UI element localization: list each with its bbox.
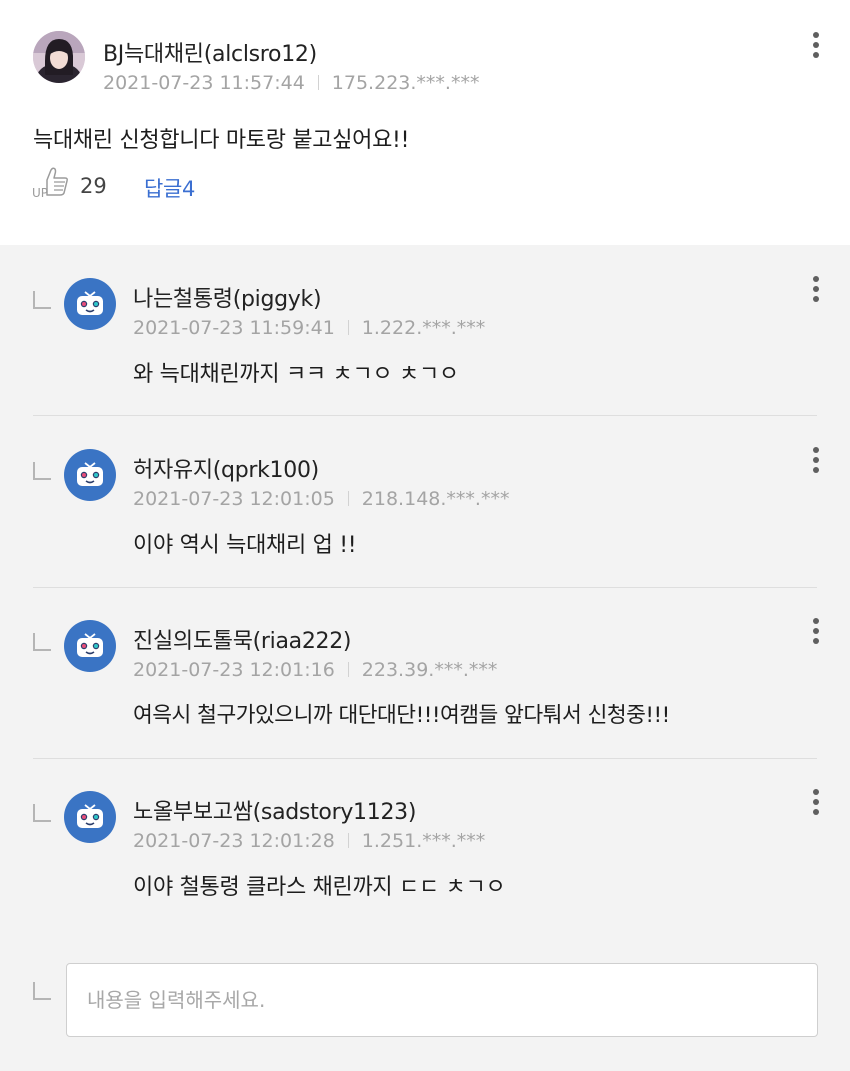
comment-datetime: 2021-07-23 11:57:44 [103,72,305,94]
tv-mascot-icon[interactable] [64,620,116,672]
more-options-button[interactable] [810,276,822,310]
reply-arrow-icon [33,633,51,651]
reply-meta: 2021-07-23 12:01:05 218.148.***.*** [133,488,509,510]
reply-datetime: 2021-07-23 12:01:05 [133,488,335,510]
reply-text: 여윽시 철구가있으니까 대단대단!!!여캠들 앞다퉈서 신청중!!! [133,703,670,728]
more-vertical-icon [813,276,819,282]
reply-author[interactable]: 노올부보고쌈(sadstory1123) [133,794,416,826]
meta-separator [317,75,319,90]
more-options-button[interactable] [810,789,822,823]
reply-input[interactable] [66,963,818,1037]
more-vertical-icon [813,447,819,453]
more-vertical-icon [813,618,819,624]
more-options-button[interactable] [810,618,822,652]
reply-item: 나는철통령(piggyk) 2021-07-23 11:59:41 1.222.*… [0,245,850,416]
reply-count-link[interactable]: 답글4 [144,173,195,203]
tv-mascot-icon[interactable] [64,449,116,501]
main-comment: BJ늑대채린(alclsro12) 2021-07-23 11:57:44 175… [0,0,850,245]
reply-arrow-icon [33,804,51,822]
reply-meta: 2021-07-23 12:01:16 223.39.***.*** [133,659,497,681]
more-options-button[interactable] [810,32,822,66]
reply-text: 이야 역시 늑대채리 업 !! [133,533,357,558]
more-vertical-icon [813,789,819,795]
comment-meta: 2021-07-23 11:57:44 175.223.***.*** [103,72,479,94]
reply-arrow-icon [33,982,51,1000]
reply-datetime: 2021-07-23 11:59:41 [133,317,335,339]
comment-author[interactable]: BJ늑대채린(alclsro12) [103,36,317,68]
reply-author[interactable]: 허자유지(qprk100) [133,452,319,484]
reply-item: 노올부보고쌈(sadstory1123) 2021-07-23 12:01:28… [0,758,850,929]
reply-text: 와 늑대채린까지 ㅋㅋ ㅊㄱㅇ ㅊㄱㅇ [133,362,459,387]
thumbs-up-icon: UP [32,167,68,200]
reply-ip: 1.251.***.*** [361,830,486,852]
reply-meta: 2021-07-23 11:59:41 1.222.***.*** [133,317,485,339]
tv-mascot-icon[interactable] [64,791,116,843]
reply-arrow-icon [33,462,51,480]
reply-datetime: 2021-07-23 12:01:28 [133,830,335,852]
comment-text: 늑대채린 신청합니다 마토랑 붙고싶어요!! [33,128,410,153]
tv-mascot-icon[interactable] [64,278,116,330]
more-vertical-icon [813,32,819,38]
reply-meta: 2021-07-23 12:01:28 1.251.***.*** [133,830,485,852]
reply-list: 나는철통령(piggyk) 2021-07-23 11:59:41 1.222.*… [0,245,850,1071]
reply-item: 진실의도톨묵(riaa222) 2021-07-23 12:01:16 223.3… [0,587,850,759]
reply-arrow-icon [33,291,51,309]
reply-ip: 1.222.***.*** [361,317,486,339]
svg-text:UP: UP [32,186,48,200]
more-options-button[interactable] [810,447,822,481]
reply-datetime: 2021-07-23 12:01:16 [133,659,335,681]
reply-text: 이야 철통령 클라스 채린까지 ㄷㄷ ㅊㄱㅇ [133,875,506,900]
reply-ip: 223.39.***.*** [361,659,498,681]
reply-author[interactable]: 나는철통령(piggyk) [133,281,322,313]
up-button[interactable]: UP [32,166,72,200]
reply-author[interactable]: 진실의도톨묵(riaa222) [133,623,352,655]
avatar[interactable] [33,31,85,83]
reply-item: 허자유지(qprk100) 2021-07-23 12:01:05 218.148… [0,416,850,588]
comment-ip: 175.223.***.*** [331,72,480,94]
reply-ip: 218.148.***.*** [361,488,510,510]
up-count: 29 [80,174,107,198]
